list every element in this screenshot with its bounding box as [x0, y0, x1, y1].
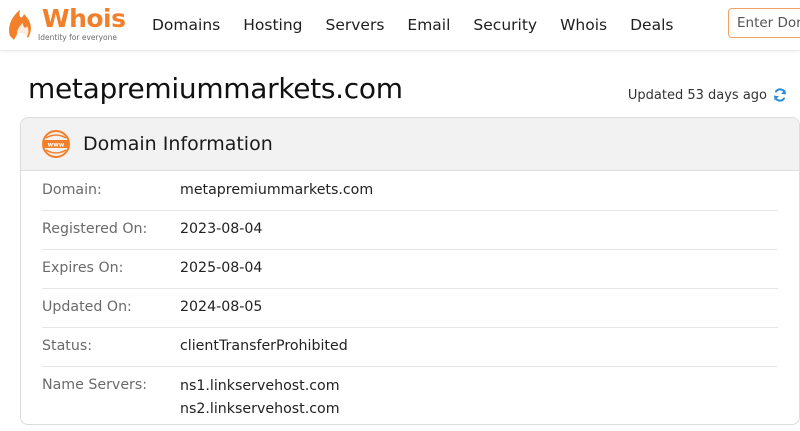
www-icon: www — [42, 130, 70, 158]
refresh-icon[interactable] — [772, 87, 788, 103]
nav-item-security[interactable]: Security — [473, 16, 537, 34]
domain-information-card: www Domain Information Domain: metapremi… — [20, 117, 800, 425]
page-title: metapremiummarkets.com — [28, 72, 403, 105]
row-label: Status: — [42, 338, 92, 354]
nav-item-hosting[interactable]: Hosting — [243, 16, 302, 34]
table-row: Status: clientTransferProhibited — [42, 328, 778, 367]
main-nav: Domains Hosting Servers Email Security W… — [140, 0, 684, 50]
svg-text:www: www — [48, 141, 65, 148]
nav-item-servers[interactable]: Servers — [326, 16, 385, 34]
whois-flame-logo-icon — [9, 10, 31, 40]
table-row: Domain: metapremiummarkets.com — [42, 171, 778, 211]
nav-item-domains[interactable]: Domains — [152, 16, 220, 34]
card-title: Domain Information — [83, 133, 273, 155]
nav-item-deals[interactable]: Deals — [630, 16, 673, 34]
whois-logo[interactable]: Whois Identity for everyone — [4, 4, 130, 44]
logo-tagline: Identity for everyone — [38, 33, 117, 42]
domain-info-table: Domain: metapremiummarkets.com Registere… — [21, 171, 799, 424]
row-value: 2024-08-05 — [180, 299, 263, 315]
row-value: 2025-08-04 — [180, 260, 263, 276]
table-row: Name Servers: ns1.linkservehost.com ns2.… — [42, 367, 778, 424]
table-row: Updated On: 2024-08-05 — [42, 289, 778, 328]
domain-search-input[interactable] — [728, 8, 800, 38]
updated-text: Updated 53 days ago — [627, 87, 767, 103]
row-value: clientTransferProhibited — [180, 338, 348, 354]
table-row: Registered On: 2023-08-04 — [42, 211, 778, 250]
card-header: www Domain Information — [21, 118, 799, 171]
row-label: Registered On: — [42, 221, 148, 237]
row-label: Domain: — [42, 182, 102, 198]
row-label: Name Servers: — [42, 377, 148, 393]
row-value: metapremiummarkets.com — [180, 182, 374, 198]
logo-wordmark: Whois — [42, 4, 126, 33]
row-label: Updated On: — [42, 299, 132, 315]
nav-item-email[interactable]: Email — [407, 16, 450, 34]
table-row: Expires On: 2025-08-04 — [42, 250, 778, 289]
name-server-2: ns2.linkservehost.com — [180, 401, 340, 417]
name-server-1: ns1.linkservehost.com — [180, 378, 340, 394]
nav-item-whois[interactable]: Whois — [560, 16, 607, 34]
row-value: 2023-08-04 — [180, 221, 263, 237]
row-label: Expires On: — [42, 260, 124, 276]
row-value-list: ns1.linkservehost.com ns2.linkservehost.… — [180, 375, 340, 421]
site-header: Whois Identity for everyone Domains Host… — [0, 0, 800, 51]
updated-status: Updated 53 days ago — [628, 87, 788, 103]
